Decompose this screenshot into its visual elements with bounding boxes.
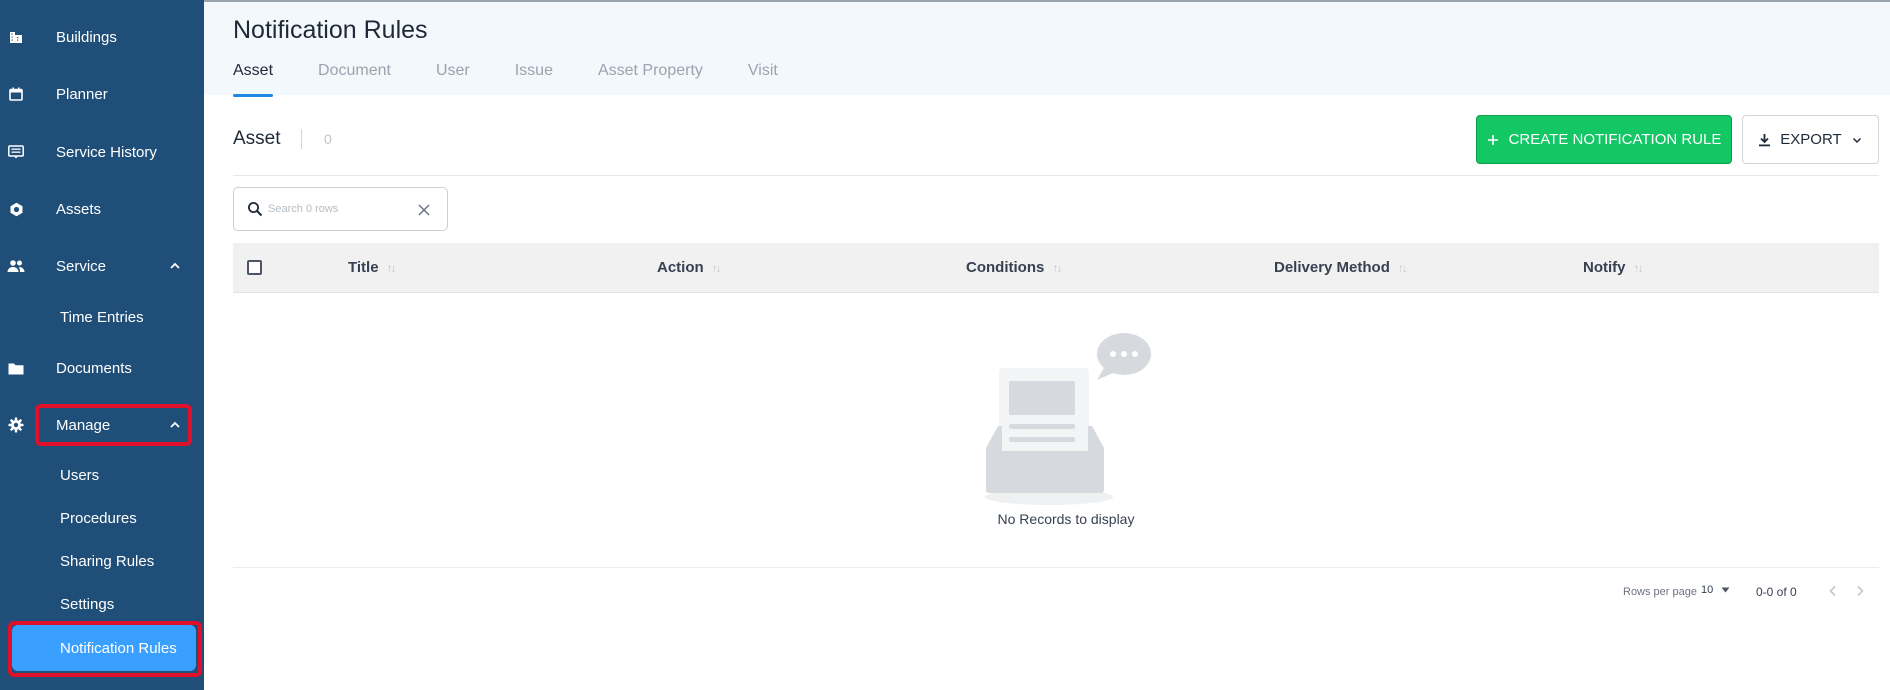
rows-per-page-select[interactable]: 10 xyxy=(1701,584,1730,596)
rows-per-page-value: 10 xyxy=(1701,584,1714,596)
column-label: Notify xyxy=(1583,259,1626,276)
tab-bar: Asset Document User Issue Asset Property… xyxy=(233,62,823,97)
sidebar-item-service-history[interactable]: Service History xyxy=(0,132,204,172)
tab-asset[interactable]: Asset xyxy=(233,62,274,97)
chevron-up-icon xyxy=(170,262,180,269)
sort-icon: ↑↓ xyxy=(1052,260,1062,275)
list-icon xyxy=(7,143,25,161)
column-label: Action xyxy=(657,259,704,276)
sidebar-item-sharing-rules[interactable]: Sharing Rules xyxy=(0,543,204,579)
column-header-notify[interactable]: Notify ↑↓ xyxy=(1583,259,1644,276)
sidebar-item-label: Time Entries xyxy=(60,308,144,326)
record-count: 0 xyxy=(324,131,332,147)
section-title: Asset xyxy=(233,128,281,149)
create-notification-rule-button[interactable]: CREATE NOTIFICATION RULE xyxy=(1476,115,1732,164)
column-label: Delivery Method xyxy=(1274,259,1390,276)
previous-page-icon[interactable] xyxy=(1825,583,1841,599)
header-divider xyxy=(233,175,1879,176)
column-header-delivery-method[interactable]: Delivery Method ↑↓ xyxy=(1274,259,1408,276)
sidebar-item-notification-rules[interactable]: Notification Rules xyxy=(12,625,196,671)
sidebar-item-label: Buildings xyxy=(56,28,117,46)
sidebar-item-label: Notification Rules xyxy=(60,639,177,657)
export-button-label: EXPORT xyxy=(1780,131,1842,148)
next-page-icon[interactable] xyxy=(1852,583,1868,599)
tab-issue[interactable]: Issue xyxy=(515,62,553,97)
sidebar-item-planner[interactable]: Planner xyxy=(0,74,204,114)
column-header-action[interactable]: Action ↑↓ xyxy=(657,259,722,276)
chevron-up-icon xyxy=(170,421,180,428)
sidebar-item-documents[interactable]: Documents xyxy=(0,348,204,388)
tab-asset-property[interactable]: Asset Property xyxy=(598,62,703,97)
chevron-down-icon xyxy=(1852,137,1861,143)
sidebar-item-label: Service xyxy=(56,257,107,275)
tab-user[interactable]: User xyxy=(436,62,470,97)
search-box xyxy=(233,187,448,231)
tab-document[interactable]: Document xyxy=(318,62,391,97)
sidebar-item-settings[interactable]: Settings xyxy=(0,586,204,622)
sidebar-item-label: Manage xyxy=(56,416,111,434)
sort-icon: ↑↓ xyxy=(386,260,397,275)
empty-inbox-illustration xyxy=(985,333,1151,505)
select-all-checkbox[interactable] xyxy=(247,260,262,275)
table-pagination: Rows per page 10 0-0 of 0 xyxy=(233,567,1879,617)
pagination-range: 0-0 of 0 xyxy=(1756,585,1797,599)
search-icon xyxy=(248,202,263,217)
sidebar-item-label: Users xyxy=(60,466,100,484)
sidebar-item-assets[interactable]: Assets xyxy=(0,189,204,229)
sidebar-item-label: Settings xyxy=(60,595,115,613)
table-header: Title ↑↓ Action ↑↓ Conditions ↑↓ Deliver… xyxy=(233,243,1879,293)
sort-icon: ↑↓ xyxy=(1397,260,1408,275)
column-header-conditions[interactable]: Conditions ↑↓ xyxy=(966,259,1062,276)
sidebar-item-label: Planner xyxy=(56,85,108,103)
sidebar-item-manage[interactable]: Manage xyxy=(0,405,204,445)
rows-per-page-label: Rows per page xyxy=(1623,586,1697,598)
plus-icon xyxy=(1487,134,1498,145)
clear-search-icon[interactable] xyxy=(416,202,432,218)
page-title: Notification Rules xyxy=(233,16,428,44)
sidebar-item-label: Procedures xyxy=(60,509,137,527)
calendar-icon xyxy=(7,85,25,103)
download-icon xyxy=(1759,133,1771,146)
hexagon-icon xyxy=(7,200,25,218)
column-label: Title xyxy=(348,259,379,276)
search-input[interactable] xyxy=(268,199,408,219)
column-label: Conditions xyxy=(966,259,1045,276)
sidebar: Buildings Planner Service History Assets… xyxy=(0,0,204,690)
sidebar-item-buildings[interactable]: Buildings xyxy=(0,17,204,57)
sidebar-item-time-entries[interactable]: Time Entries xyxy=(0,299,204,335)
section-divider xyxy=(301,129,302,149)
sidebar-item-procedures[interactable]: Procedures xyxy=(0,500,204,536)
folder-icon xyxy=(7,359,25,377)
sort-icon: ↑↓ xyxy=(711,260,722,275)
empty-state-message: No Records to display xyxy=(997,511,1135,527)
sidebar-item-users[interactable]: Users xyxy=(0,457,204,493)
dropdown-arrow-icon xyxy=(1721,587,1730,593)
sidebar-item-label: Sharing Rules xyxy=(60,552,155,570)
export-button[interactable]: EXPORT xyxy=(1742,115,1879,164)
sidebar-item-label: Service History xyxy=(56,143,157,161)
people-icon xyxy=(7,257,25,275)
sort-icon: ↑↓ xyxy=(1633,260,1644,275)
sidebar-item-label: Documents xyxy=(56,359,132,377)
create-button-label: CREATE NOTIFICATION RULE xyxy=(1508,131,1722,148)
column-header-title[interactable]: Title ↑↓ xyxy=(348,259,397,276)
page-header: Notification Rules Asset Document User I… xyxy=(204,0,1890,97)
gear-icon xyxy=(7,416,25,434)
building-icon xyxy=(7,28,25,46)
tab-visit[interactable]: Visit xyxy=(748,62,778,97)
sidebar-item-service[interactable]: Service xyxy=(0,246,204,286)
sidebar-item-label: Assets xyxy=(56,200,102,218)
